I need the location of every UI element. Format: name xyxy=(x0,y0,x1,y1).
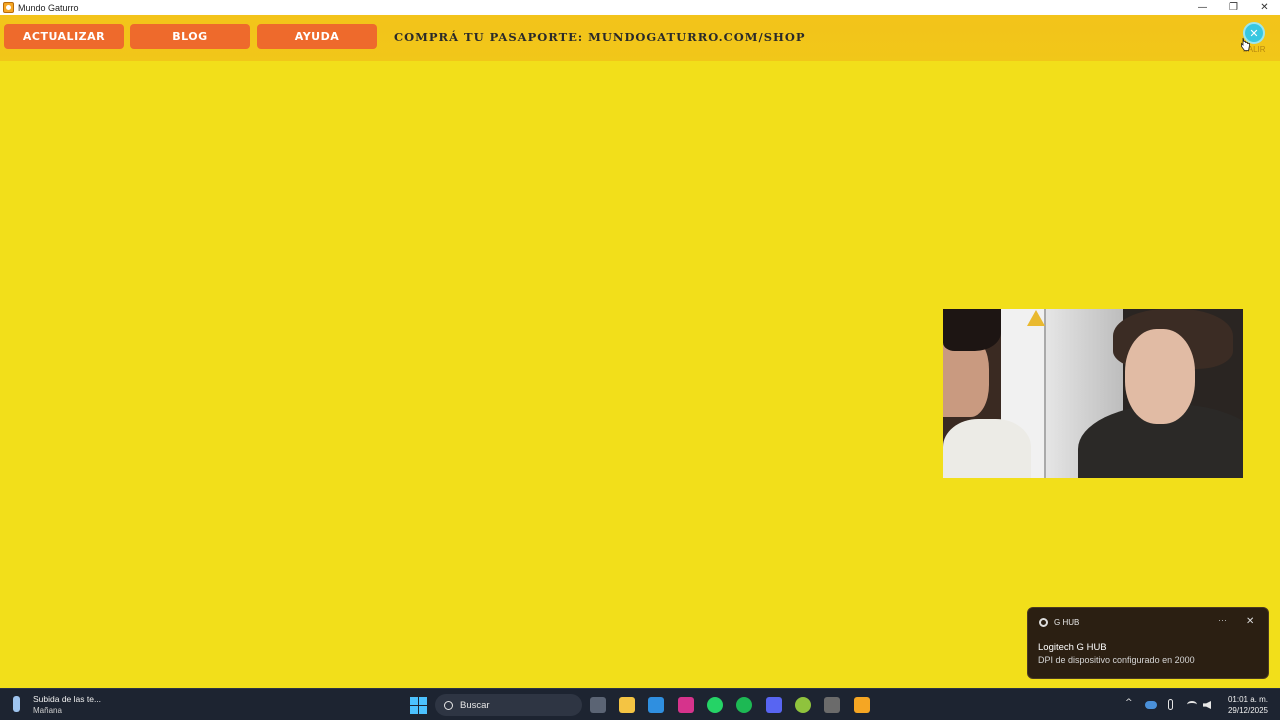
weather-widget-subtitle: Mañana xyxy=(33,706,62,715)
volume-icon[interactable] xyxy=(1203,701,1211,709)
wifi-icon[interactable] xyxy=(1187,701,1197,708)
notification-title: Logitech G HUB xyxy=(1038,642,1107,653)
xbox-icon[interactable] xyxy=(795,697,811,713)
taskbar-clock[interactable]: 01:01 a. m. 29/12/2025 xyxy=(1222,694,1274,716)
task-view-icon[interactable] xyxy=(590,697,606,713)
passport-promo-text: COMPRÁ TU PASAPORTE: MUNDOGATURRO.COM/SH… xyxy=(394,30,806,44)
tray-overflow-chevron-icon[interactable]: ^ xyxy=(1125,698,1133,708)
instagram-icon[interactable] xyxy=(678,697,694,713)
onedrive-icon[interactable] xyxy=(1145,701,1157,709)
clock-date: 29/12/2025 xyxy=(1227,706,1269,715)
clock-time: 01:01 a. m. xyxy=(1227,695,1269,704)
ayuda-button[interactable]: AYUDA xyxy=(257,24,377,49)
webcam-overlay xyxy=(943,309,1243,478)
spotify-icon[interactable] xyxy=(736,697,752,713)
webcam-person-right xyxy=(1078,309,1243,478)
blog-button[interactable]: BLOG xyxy=(130,24,250,49)
notification-body: DPI de dispositivo configurado en 2000 xyxy=(1038,655,1195,665)
file-explorer-icon[interactable] xyxy=(619,697,635,713)
taskbar: Subida de las te... Mañana Buscar ^ 01:0… xyxy=(0,688,1280,720)
whatsapp-icon[interactable] xyxy=(707,697,723,713)
close-window-button[interactable]: ✕ xyxy=(1249,0,1280,15)
remote-desktop-icon[interactable] xyxy=(648,697,664,713)
obs-icon[interactable] xyxy=(824,697,840,713)
maximize-button[interactable]: ❐ xyxy=(1218,0,1249,15)
taskbar-search-box[interactable]: Buscar xyxy=(435,694,582,716)
thermometer-icon xyxy=(13,696,20,712)
ghub-icon xyxy=(1039,618,1048,627)
microphone-icon[interactable] xyxy=(1168,699,1173,710)
hand-cursor-icon xyxy=(1241,37,1250,51)
notification-app-name: G HUB xyxy=(1054,618,1080,627)
notification-more-button[interactable]: ··· xyxy=(1218,615,1227,625)
window-controls: — ❐ ✕ xyxy=(1187,0,1280,15)
windows-start-icon[interactable] xyxy=(410,697,427,714)
actualizar-button[interactable]: ACTUALIZAR xyxy=(4,24,124,49)
window-title: Mundo Gaturro xyxy=(18,2,79,13)
mundo-gaturro-icon[interactable] xyxy=(854,697,870,713)
notification-close-button[interactable]: ✕ xyxy=(1246,616,1254,627)
search-icon xyxy=(444,700,453,710)
webcam-person-left-shirt xyxy=(943,419,1031,478)
weather-widget-title: Subida de las te... xyxy=(33,694,102,704)
search-placeholder: Buscar xyxy=(460,699,490,711)
window-title-bar: Mundo Gaturro — ❐ ✕ xyxy=(0,0,1280,15)
app-toolbar: ACTUALIZAR BLOG AYUDA COMPRÁ TU PASAPORT… xyxy=(0,15,1280,61)
warning-sign-icon xyxy=(1027,310,1045,326)
minimize-button[interactable]: — xyxy=(1187,0,1218,15)
discord-icon[interactable] xyxy=(766,697,782,713)
ghub-notification[interactable]: G HUB ··· ✕ Logitech G HUB DPI de dispos… xyxy=(1027,607,1269,679)
mundo-gaturro-app-icon xyxy=(3,2,14,13)
